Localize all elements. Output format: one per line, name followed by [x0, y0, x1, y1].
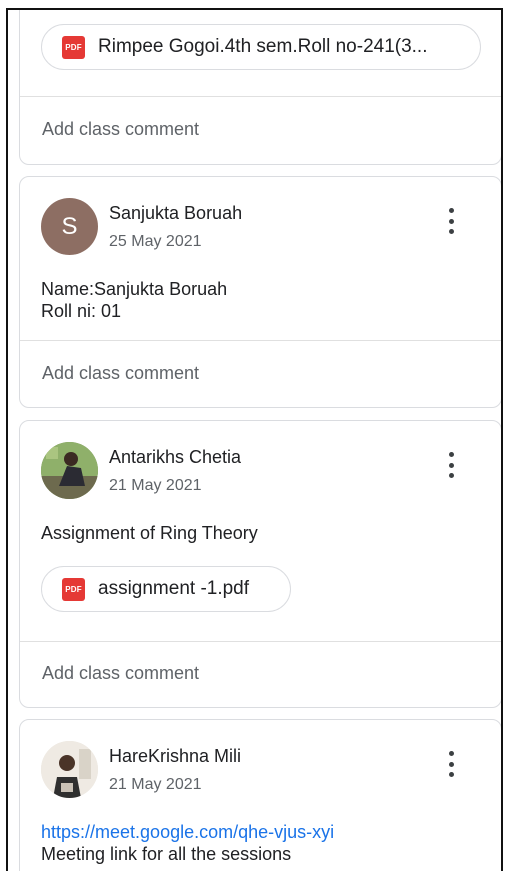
add-class-comment[interactable]: Add class comment	[42, 363, 199, 384]
post-body: https://meet.google.com/qhe-vjus-xyi Mee…	[41, 821, 334, 865]
post-author: HareKrishna Mili	[109, 746, 242, 766]
post-card-4: HareKrishna Mili 21 May 2021 https://mee…	[19, 719, 501, 871]
avatar-letter: S	[61, 212, 78, 240]
post-card-3: Antarikhs Chetia 21 May 2021 Assignment …	[19, 420, 501, 708]
more-options-icon[interactable]	[445, 208, 457, 234]
post-card-1: PDF Rimpee Gogoi.4th sem.Roll no-241(3..…	[19, 10, 501, 165]
post-card-2: S Sanjukta Boruah 25 May 2021 Name:Sanju…	[19, 176, 501, 408]
avatar[interactable]	[41, 741, 98, 798]
post-author: Sanjukta Boruah	[109, 203, 243, 223]
attachment-chip[interactable]: PDF Rimpee Gogoi.4th sem.Roll no-241(3..…	[41, 24, 481, 70]
pdf-icon: PDF	[62, 35, 85, 59]
attachment-chip[interactable]: PDF assignment -1.pdf	[41, 566, 291, 612]
post-date: 25 May 2021	[109, 233, 202, 250]
post-author: Antarikhs Chetia	[109, 447, 242, 467]
more-options-icon[interactable]	[445, 751, 457, 777]
post-body-line: Assignment of Ring Theory	[41, 523, 258, 543]
pdf-icon: PDF	[62, 577, 85, 601]
avatar[interactable]: S	[41, 198, 98, 255]
avatar-photo	[41, 741, 98, 798]
post-body-line: Roll ni: 01	[41, 301, 122, 321]
post-body-line: Name:Sanjukta Boruah	[41, 279, 228, 299]
avatar[interactable]	[41, 442, 98, 499]
add-class-comment[interactable]: Add class comment	[42, 663, 199, 684]
post-date: 21 May 2021	[109, 477, 202, 494]
post-body: Assignment of Ring Theory	[41, 522, 258, 544]
divider	[20, 340, 501, 341]
avatar-photo	[41, 442, 98, 499]
stream-frame: PDF Rimpee Gogoi.4th sem.Roll no-241(3..…	[6, 8, 503, 871]
add-class-comment[interactable]: Add class comment	[42, 119, 199, 140]
divider	[20, 96, 501, 97]
attachment-name: Rimpee Gogoi.4th sem.Roll no-241(3...	[98, 36, 428, 57]
meeting-link[interactable]: https://meet.google.com/qhe-vjus-xyi	[41, 821, 334, 843]
post-date: 21 May 2021	[109, 776, 202, 793]
post-body-line: Meeting link for all the sessions	[41, 844, 292, 864]
more-options-icon[interactable]	[445, 452, 457, 478]
divider	[20, 641, 501, 642]
attachment-name: assignment -1.pdf	[98, 578, 250, 599]
post-body: Name:Sanjukta Boruah Roll ni: 01	[41, 278, 227, 322]
